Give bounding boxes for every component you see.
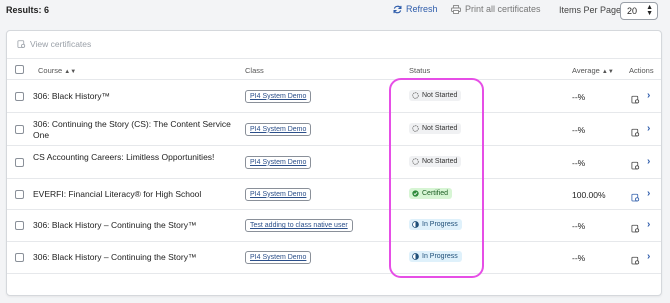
status-label: In Progress [422, 221, 458, 228]
status-badge: Certified [409, 187, 453, 199]
status-label: Not Started [422, 124, 458, 132]
average-header-label: Average [572, 66, 600, 75]
certificate-action-button[interactable] [631, 92, 640, 110]
average-value: --% [572, 157, 586, 168]
course-name: 306: Continuing the Story (CS): The Cont… [33, 118, 231, 140]
chevron-right-icon[interactable]: › [647, 156, 650, 167]
certificate-icon [17, 39, 26, 48]
view-certificates-label: View certificates [30, 39, 92, 49]
chevron-right-icon[interactable]: › [647, 251, 650, 262]
certificate-icon [631, 161, 640, 169]
row-checkbox[interactable] [15, 221, 24, 230]
items-per-page-select[interactable]: 20 ▲ ▼ [620, 2, 658, 20]
certificate-action-button[interactable] [631, 158, 640, 176]
printer-icon [451, 4, 461, 14]
check-circle-icon [412, 189, 419, 197]
course-header-label: Course [38, 66, 63, 75]
select-all-checkbox[interactable] [15, 65, 24, 74]
average-value: --% [572, 221, 586, 231]
results-toolbar: Results: 6 Refresh Print all certificate… [0, 0, 670, 24]
status-badge: In Progress [409, 251, 462, 262]
half-circle-icon [412, 221, 419, 228]
chevron-right-icon[interactable]: › [647, 219, 650, 230]
row-checkbox[interactable] [15, 189, 24, 199]
course-name: 306: Black History™ [33, 90, 110, 101]
certificate-action-button[interactable] [631, 125, 640, 143]
status-label: Certified [422, 189, 449, 197]
chevron-right-icon[interactable]: › [647, 123, 650, 134]
course-name: CS Accounting Careers: Limitless Opportu… [33, 151, 215, 162]
certificate-action-button[interactable] [631, 253, 640, 271]
class-link[interactable]: PI4 System Demo [245, 187, 312, 201]
course-name: EVERFI: Financial Literacy® for High Sch… [33, 188, 202, 199]
status-label: In Progress [422, 253, 458, 260]
print-label: Print all certificates [465, 4, 541, 14]
certificate-action-button[interactable] [631, 221, 640, 239]
results-count: Results: 6 [6, 5, 50, 15]
view-certificates-button[interactable]: View certificates [17, 39, 91, 49]
status-label: Not Started [422, 157, 458, 165]
class-link[interactable]: PI4 System Demo [245, 89, 312, 103]
dashed-circle-icon [412, 124, 419, 132]
status-badge: Not Started [409, 155, 462, 167]
dashed-circle-icon [412, 157, 419, 165]
average-value: --% [572, 124, 586, 135]
status-label: Not Started [422, 91, 458, 99]
actions-column-header: Actions [629, 66, 654, 75]
refresh-label: Refresh [406, 4, 438, 14]
average-value: --% [572, 91, 586, 102]
print-all-certificates-button[interactable]: Print all certificates [451, 4, 541, 14]
course-name: 306: Black History – Continuing the Stor… [33, 252, 197, 262]
class-column-header: Class [245, 66, 264, 75]
certificate-icon [631, 193, 640, 201]
chevron-right-icon[interactable]: › [647, 90, 650, 101]
table-row: 306: Black History – Continuing the Stor… [7, 242, 661, 274]
certificate-icon [631, 256, 640, 265]
certificates-panel: View certificates Course ▲▼ Class Status… [6, 30, 662, 296]
class-link[interactable]: PI4 System Demo [245, 251, 312, 264]
refresh-icon [393, 5, 402, 13]
course-column-header[interactable]: Course ▲▼ [38, 66, 76, 75]
table-row: EVERFI: Financial Literacy® for High Sch… [7, 179, 661, 210]
sort-icon: ▲▼ [601, 69, 614, 75]
status-badge: Not Started [409, 89, 462, 101]
items-per-page-label: Items Per Page: [559, 5, 624, 15]
class-link[interactable]: Test adding to class native user [245, 219, 353, 232]
average-value: 100.00% [572, 189, 606, 200]
chevron-right-icon[interactable]: › [647, 188, 650, 199]
items-per-page-value: 20 [627, 6, 638, 16]
table-row: CS Accounting Careers: Limitless Opportu… [7, 146, 661, 179]
status-badge: Not Started [409, 122, 462, 134]
certificate-icon [631, 128, 640, 136]
status-column-header: Status [409, 66, 431, 75]
row-checkbox[interactable] [15, 124, 24, 134]
class-link[interactable]: PI4 System Demo [245, 155, 312, 169]
class-link[interactable]: PI4 System Demo [245, 122, 312, 136]
certificate-icon [631, 224, 640, 233]
row-checkbox[interactable] [15, 91, 24, 101]
refresh-button[interactable]: Refresh [393, 4, 438, 14]
table-header: Course ▲▼ Class Status Average ▲▼ Action… [7, 58, 661, 80]
table-row: 306: Black History – Continuing the Stor… [7, 210, 661, 242]
row-checkbox[interactable] [15, 253, 24, 262]
half-circle-icon [412, 253, 419, 260]
certificate-action-button[interactable] [631, 190, 640, 208]
average-value: --% [572, 253, 586, 263]
average-column-header[interactable]: Average ▲▼ [572, 66, 614, 75]
sort-icon: ▲▼ [64, 69, 77, 75]
status-badge: In Progress [409, 219, 462, 230]
course-name: 306: Black History – Continuing the Stor… [33, 220, 197, 230]
dashed-circle-icon [412, 91, 419, 99]
table-row: 306: Black History™ PI4 System Demo Not St… [7, 80, 661, 113]
sort-updown-icon: ▲ ▼ [646, 4, 653, 17]
certificate-icon [631, 95, 640, 103]
table-row: 306: Continuing the Story (CS): The Cont… [7, 113, 661, 146]
row-checkbox[interactable] [15, 157, 24, 167]
